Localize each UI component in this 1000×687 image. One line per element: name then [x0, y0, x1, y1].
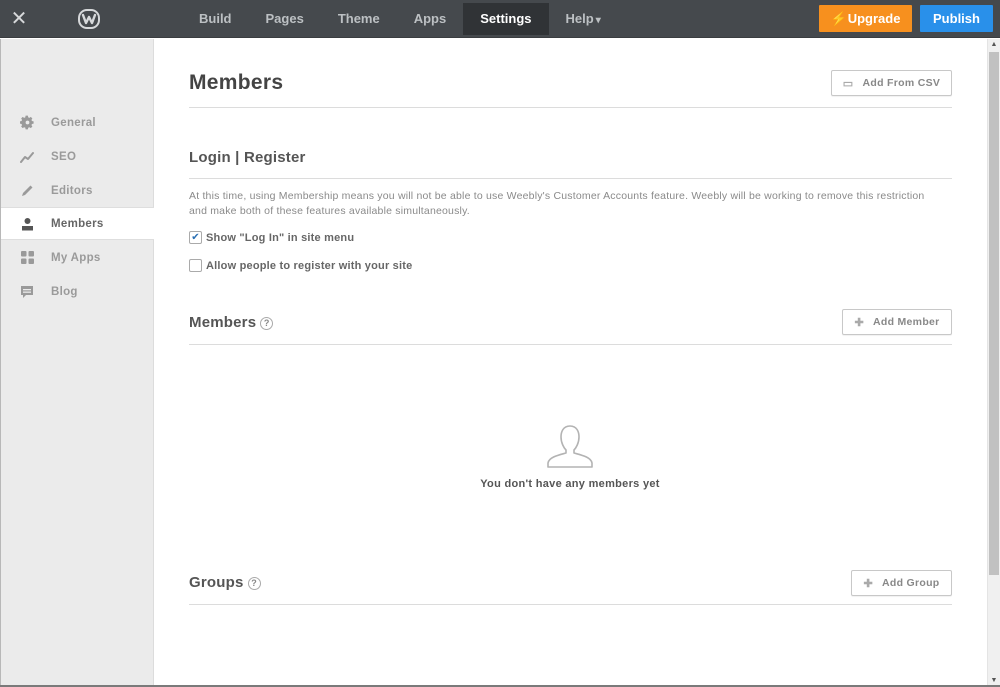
nav-theme[interactable]: Theme — [321, 3, 397, 35]
nav-help-label: Help — [565, 11, 594, 26]
gear-icon — [19, 115, 35, 131]
lightning-icon: ⚡ — [830, 11, 847, 26]
allow-register-checkbox[interactable] — [189, 259, 202, 272]
publish-label: Publish — [933, 11, 980, 26]
allow-register-label: Allow people to register with your site — [206, 259, 413, 272]
scroll-up-arrow-icon[interactable]: ▲ — [988, 39, 1000, 51]
add-from-csv-button[interactable]: ▭ Add From CSV — [831, 70, 952, 96]
sidebar-item-my-apps[interactable]: My Apps — [1, 241, 154, 274]
top-bar: ✕ Build Pages Theme Apps Settings Help ▾ … — [0, 0, 1000, 38]
upgrade-label: Upgrade — [847, 11, 901, 26]
comment-icon — [19, 284, 35, 300]
nav-settings[interactable]: Settings — [463, 3, 549, 35]
caret-down-icon: ▾ — [595, 15, 601, 26]
vertical-scrollbar[interactable]: ▲ ▼ — [987, 39, 1000, 687]
page-title: Members — [189, 71, 284, 94]
help-icon[interactable]: ? — [247, 576, 261, 590]
sidebar-item-label: Blog — [51, 285, 78, 298]
groups-section-label: Groups — [189, 574, 244, 591]
allow-register-option[interactable]: Allow people to register with your site — [189, 259, 412, 272]
nav-apps-label: Apps — [413, 11, 447, 26]
publish-button[interactable]: Publish — [920, 5, 993, 32]
membership-notice: At this time, using Membership means you… — [189, 190, 925, 217]
nav-pages[interactable]: Pages — [249, 3, 321, 35]
upgrade-button[interactable]: ⚡Upgrade — [819, 5, 912, 32]
add-group-button[interactable]: ✚ Add Group — [851, 570, 952, 596]
show-login-label: Show "Log In" in site menu — [206, 231, 355, 244]
members-divider — [189, 344, 952, 345]
close-icon: ✕ — [10, 8, 28, 30]
add-member-label: Add Member — [872, 316, 940, 328]
show-login-option[interactable]: ✔ Show "Log In" in site menu — [189, 231, 354, 244]
user-outline-icon — [547, 425, 593, 468]
nav-build[interactable]: Build — [182, 3, 249, 35]
plus-icon: ✚ — [854, 316, 864, 329]
sidebar-item-label: SEO — [51, 150, 77, 163]
scroll-thumb[interactable] — [989, 52, 999, 575]
main-content: Members ▭ Add From CSV Login | Register A… — [155, 39, 987, 687]
sidebar-item-label: Members — [51, 217, 104, 230]
show-login-checkbox[interactable]: ✔ — [189, 231, 202, 244]
sidebar-item-label: My Apps — [51, 251, 101, 264]
user-icon — [19, 216, 35, 232]
pencil-icon — [19, 183, 35, 199]
members-empty-state: You don't have any members yet — [455, 423, 685, 490]
sidebar-item-label: Editors — [51, 184, 93, 197]
members-section-label: Members — [189, 314, 257, 331]
nav-help[interactable]: Help ▾ — [549, 3, 618, 35]
title-divider — [189, 107, 952, 108]
close-button[interactable]: ✕ — [9, 9, 29, 29]
add-group-label: Add Group — [882, 577, 940, 589]
sidebar-item-label: General — [51, 116, 96, 129]
groups-divider — [189, 604, 952, 605]
add-member-button[interactable]: ✚ Add Member — [842, 309, 952, 335]
nav-apps[interactable]: Apps — [397, 3, 464, 35]
nav-theme-label: Theme — [337, 11, 380, 26]
login-divider — [189, 178, 952, 179]
help-icon[interactable]: ? — [260, 316, 274, 330]
settings-sidebar: General SEO Editors Members My Apps Blog — [0, 39, 154, 687]
grid-icon — [19, 250, 35, 266]
nav-build-label: Build — [199, 11, 232, 26]
csv-file-icon: ▭ — [842, 77, 854, 90]
add-from-csv-label: Add From CSV — [862, 77, 941, 89]
sidebar-item-editors[interactable]: Editors — [1, 174, 154, 207]
sidebar-item-seo[interactable]: SEO — [1, 140, 154, 173]
nav-settings-label: Settings — [480, 11, 532, 26]
sidebar-item-blog[interactable]: Blog — [1, 275, 154, 308]
members-section-title: Members? — [189, 314, 274, 331]
sidebar-item-members[interactable]: Members — [1, 207, 154, 240]
weebly-logo-icon[interactable] — [78, 9, 100, 29]
empty-members-text: You don't have any members yet — [480, 478, 660, 490]
groups-section-title: Groups? — [189, 574, 261, 591]
main-nav: Build Pages Theme Apps Settings Help ▾ — [182, 0, 618, 38]
plus-icon: ✚ — [863, 577, 873, 590]
sidebar-item-general[interactable]: General — [1, 106, 154, 139]
nav-pages-label: Pages — [265, 11, 304, 26]
login-register-title: Login | Register — [189, 149, 306, 166]
trend-icon — [19, 149, 35, 165]
